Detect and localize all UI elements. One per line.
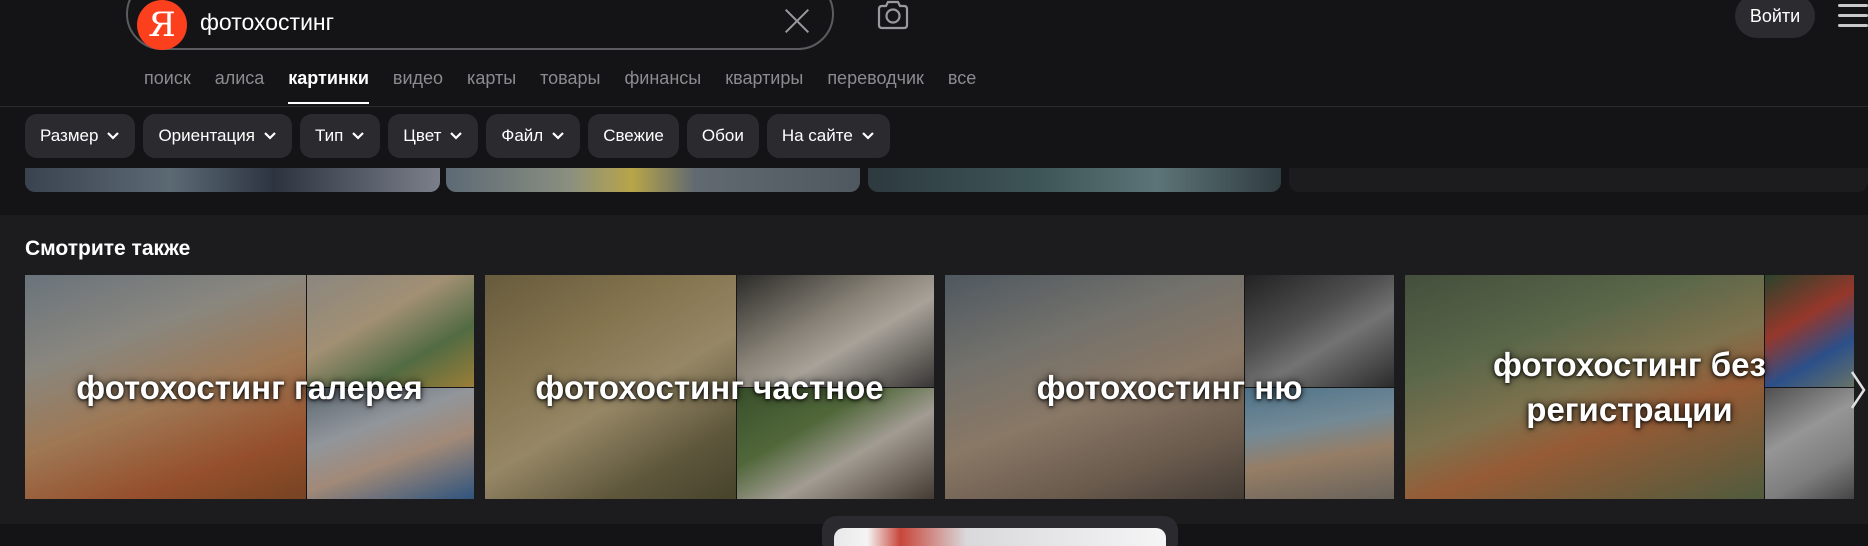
result-image[interactable] bbox=[822, 516, 1178, 546]
section-title: Смотрите также bbox=[25, 237, 191, 260]
tab-alice[interactable]: алиса bbox=[203, 66, 277, 104]
filter-label: Тип bbox=[314, 126, 344, 145]
menu-icon[interactable] bbox=[1838, 2, 1868, 30]
search-input[interactable] bbox=[200, 2, 740, 42]
filter-color[interactable]: Цвет bbox=[388, 114, 479, 158]
tab-finance[interactable]: финансы bbox=[613, 66, 714, 104]
filter-orientation[interactable]: Ориентация bbox=[143, 114, 292, 158]
filter-wallpapers[interactable]: Обои bbox=[686, 114, 759, 158]
result-image[interactable] bbox=[25, 168, 440, 192]
camera-search-icon[interactable] bbox=[876, 0, 910, 30]
filter-label: Цвет bbox=[403, 126, 442, 145]
filter-on-site[interactable]: На сайте bbox=[766, 114, 890, 158]
related-query-card[interactable]: фотохостинг галерея bbox=[25, 275, 474, 499]
filter-label: Ориентация bbox=[158, 126, 255, 145]
clear-search-icon[interactable] bbox=[778, 2, 816, 40]
result-image[interactable] bbox=[1289, 168, 1868, 192]
chevron-down-icon bbox=[552, 132, 564, 140]
related-query-label: фотохостинг ню bbox=[1036, 368, 1303, 406]
chevron-right-icon[interactable] bbox=[1848, 350, 1868, 430]
result-image[interactable] bbox=[446, 168, 860, 192]
chevron-down-icon bbox=[352, 132, 365, 140]
result-image[interactable] bbox=[868, 168, 1281, 192]
header: Я Войти поиск алиса картинки видео карты… bbox=[0, 0, 1868, 107]
related-query-label: фотохостинг без регистрации bbox=[1493, 346, 1766, 428]
filter-bar: Размер Ориентация Тип Цвет Файл Свежие О… bbox=[0, 108, 1868, 168]
related-query-card[interactable]: фотохостинг частное bbox=[485, 275, 934, 499]
chevron-down-icon bbox=[264, 132, 276, 140]
filter-label: Обои bbox=[701, 126, 744, 145]
related-query-label: фотохостинг галерея bbox=[76, 368, 423, 406]
tab-all[interactable]: все bbox=[936, 66, 988, 104]
filter-label: Свежие bbox=[603, 126, 664, 145]
filter-size[interactable]: Размер bbox=[25, 114, 136, 158]
chevron-down-icon bbox=[450, 132, 463, 140]
filter-label: Размер bbox=[40, 126, 99, 145]
related-query-label: фотохостинг частное bbox=[535, 368, 884, 406]
tab-maps[interactable]: карты bbox=[455, 66, 528, 104]
tab-search[interactable]: поиск bbox=[132, 66, 203, 104]
tab-products[interactable]: товары bbox=[528, 66, 612, 104]
yandex-logo[interactable]: Я bbox=[137, 0, 187, 50]
login-button[interactable]: Войти bbox=[1735, 0, 1815, 38]
filter-label: На сайте bbox=[781, 126, 853, 145]
filter-fresh[interactable]: Свежие bbox=[588, 114, 679, 158]
service-tabs: поиск алиса картинки видео карты товары … bbox=[132, 66, 988, 106]
filter-type[interactable]: Тип bbox=[299, 114, 381, 158]
related-query-card[interactable]: фотохостинг без регистрации bbox=[1405, 275, 1854, 499]
tab-translator[interactable]: переводчик bbox=[815, 66, 936, 104]
chevron-down-icon bbox=[107, 132, 120, 140]
filter-label: Файл bbox=[501, 126, 544, 145]
chevron-down-icon bbox=[862, 132, 874, 140]
see-also-section: Смотрите также фотохостинг галерея фотох… bbox=[0, 215, 1868, 524]
filter-file[interactable]: Файл bbox=[486, 114, 581, 158]
search-box: Я bbox=[126, 0, 834, 50]
tab-images[interactable]: картинки bbox=[276, 66, 381, 104]
tab-apartments[interactable]: квартиры bbox=[713, 66, 815, 104]
related-query-card[interactable]: фотохостинг ню bbox=[945, 275, 1394, 499]
tab-video[interactable]: видео bbox=[381, 66, 455, 104]
